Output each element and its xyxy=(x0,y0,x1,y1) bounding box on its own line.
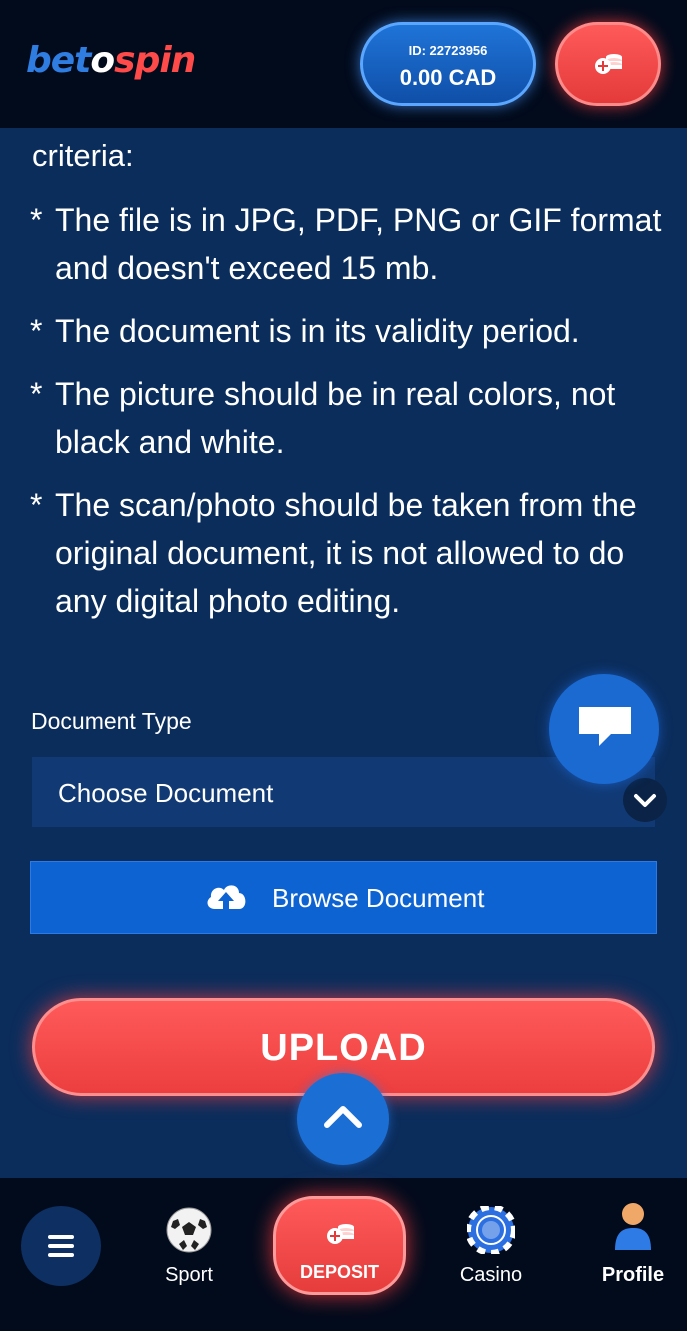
bullet-star: * xyxy=(30,487,43,523)
bottom-navigation: Sport DEPOSIT Casino Profile xyxy=(0,1178,687,1331)
nav-sport-label: Sport xyxy=(165,1264,213,1286)
logo-part-bet: bet xyxy=(26,40,91,81)
menu-button[interactable] xyxy=(21,1206,101,1286)
nav-deposit-label: DEPOSIT xyxy=(299,1262,379,1282)
rule-item: * The picture should be in real colors, n… xyxy=(30,370,670,466)
rule-text: The file is in JPG, PDF, PNG or GIF form… xyxy=(55,202,662,286)
rule-text: The picture should be in real colors, no… xyxy=(55,376,616,460)
top-header: betospin ID: 22723956 0.00 CAD xyxy=(0,0,687,128)
nav-casino[interactable]: Casino xyxy=(436,1178,546,1331)
user-profile-icon xyxy=(615,1203,651,1250)
chevron-up-icon xyxy=(324,1106,362,1128)
rule-text: The scan/photo should be taken from the … xyxy=(55,487,637,619)
document-type-label: Document Type xyxy=(31,708,192,734)
browse-document-label: Browse Document xyxy=(272,883,485,913)
header-deposit-button[interactable] xyxy=(555,22,661,106)
nav-profile[interactable]: Profile xyxy=(578,1178,687,1331)
cloud-upload-icon xyxy=(207,885,246,909)
betospin-logo[interactable]: betospin xyxy=(26,40,196,81)
coins-plus-icon xyxy=(595,54,622,74)
upload-label: UPLOAD xyxy=(260,1027,427,1069)
bullet-star: * xyxy=(30,376,43,412)
scroll-to-top-button[interactable] xyxy=(297,1073,389,1165)
rule-text: The document is in its validity period. xyxy=(55,313,580,349)
rule-item: * The file is in JPG, PDF, PNG or GIF for… xyxy=(30,196,670,292)
browse-document-button[interactable]: Browse Document xyxy=(30,861,657,934)
criteria-heading: criteria: xyxy=(32,138,134,173)
nav-profile-label: Profile xyxy=(601,1264,665,1286)
logo-part-spin: spin xyxy=(114,40,196,81)
nav-casino-label: Casino xyxy=(459,1264,523,1286)
soccer-ball-icon xyxy=(166,1207,212,1253)
logo-part-o: o xyxy=(90,40,115,81)
balance-button[interactable]: ID: 22723956 0.00 CAD xyxy=(360,22,536,106)
document-select-value: Choose Document xyxy=(58,778,274,808)
bullet-star: * xyxy=(30,202,43,238)
nav-deposit-button[interactable]: DEPOSIT xyxy=(273,1196,406,1295)
bullet-star: * xyxy=(30,313,43,349)
hamburger-menu-icon xyxy=(48,1235,74,1257)
balance-amount: 0.00 CAD xyxy=(399,65,497,90)
live-chat-button[interactable] xyxy=(549,674,659,784)
chat-bubble-icon xyxy=(579,707,631,746)
coins-plus-icon xyxy=(327,1224,354,1244)
chevron-down-icon xyxy=(623,778,667,822)
rule-item: * The document is in its validity period. xyxy=(30,307,670,355)
user-id-text: ID: 22723956 xyxy=(408,43,488,58)
casino-chip-icon xyxy=(467,1206,515,1254)
document-rules-list: * The file is in JPG, PDF, PNG or GIF for… xyxy=(30,196,670,640)
rule-item: * The scan/photo should be taken from the… xyxy=(30,481,670,625)
nav-sport[interactable]: Sport xyxy=(134,1178,244,1331)
